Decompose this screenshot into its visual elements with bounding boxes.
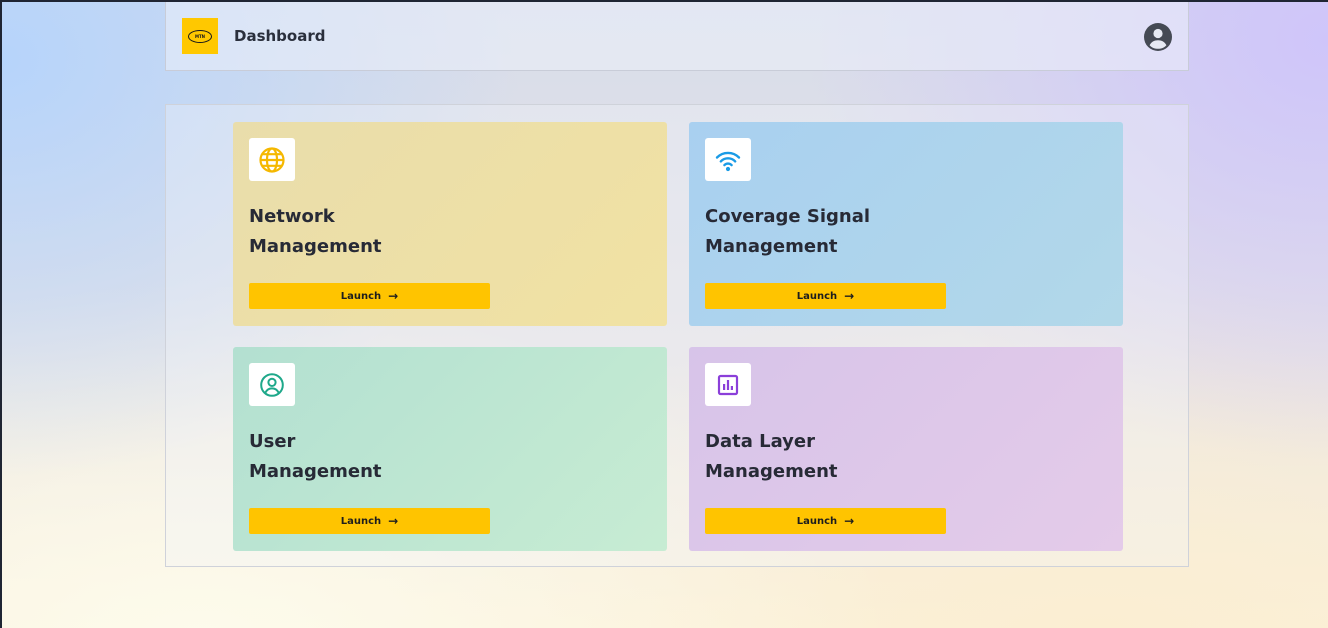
- launch-label: Launch: [796, 515, 838, 527]
- dashboard-panel: Network Management Launch → Coverage Sig…: [165, 104, 1189, 567]
- launch-network-management-button[interactable]: Launch →: [249, 283, 490, 309]
- logo-text: MTN: [188, 29, 212, 43]
- card-title: User Management: [249, 427, 549, 487]
- arrow-right-icon: →: [388, 289, 399, 303]
- card-icon-box: [705, 363, 751, 406]
- globe-icon: [259, 146, 285, 173]
- card-title: Network Management: [249, 202, 549, 262]
- arrow-right-icon: →: [388, 514, 399, 528]
- coverage-signal-management-card: Coverage Signal Management Launch →: [689, 122, 1123, 326]
- launch-user-management-button[interactable]: Launch →: [249, 508, 490, 534]
- launch-label: Launch: [340, 290, 382, 302]
- card-title-line-1: User: [249, 431, 296, 452]
- card-title-line-2: Management: [705, 461, 838, 482]
- mtn-logo[interactable]: MTN: [182, 18, 218, 54]
- card-title: Data Layer Management: [705, 427, 1005, 487]
- wifi-icon: [715, 151, 741, 171]
- card-title-line-2: Management: [705, 236, 838, 257]
- arrow-right-icon: →: [844, 514, 855, 528]
- network-management-card: Network Management Launch →: [233, 122, 667, 326]
- data-layer-management-card: Data Layer Management Launch →: [689, 347, 1123, 551]
- card-title-line-1: Network: [249, 206, 335, 227]
- card-icon-box: [249, 138, 295, 181]
- card-title-line-1: Coverage Signal: [705, 206, 871, 227]
- chart-box-icon: [717, 374, 739, 395]
- user-management-card: User Management Launch →: [233, 347, 667, 551]
- card-icon-box: [705, 138, 751, 181]
- card-icon-box: [249, 363, 295, 406]
- card-title: Coverage Signal Management: [705, 202, 1005, 262]
- launch-coverage-signal-management-button[interactable]: Launch →: [705, 283, 946, 309]
- launch-data-layer-management-button[interactable]: Launch →: [705, 508, 946, 534]
- card-title-line-1: Data Layer: [705, 431, 815, 452]
- account-circle-icon[interactable]: [1144, 23, 1172, 51]
- arrow-right-icon: →: [844, 289, 855, 303]
- launch-label: Launch: [796, 290, 838, 302]
- top-bar: MTN Dashboard: [165, 2, 1189, 71]
- launch-label: Launch: [340, 515, 382, 527]
- card-title-line-2: Management: [249, 236, 382, 257]
- page-title: Dashboard: [234, 27, 326, 45]
- user-circle-icon: [260, 372, 284, 397]
- card-title-line-2: Management: [249, 461, 382, 482]
